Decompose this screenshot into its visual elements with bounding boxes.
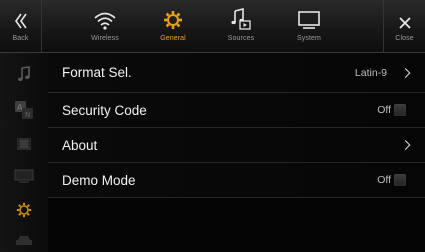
rail-item-language[interactable]: A N — [0, 99, 48, 125]
rail-item-video[interactable] — [0, 133, 48, 159]
demo-mode-toggle[interactable] — [394, 174, 406, 186]
tab-general-label: General — [160, 35, 186, 42]
tab-wireless[interactable]: Wireless — [71, 0, 139, 52]
film-icon — [16, 137, 32, 156]
back-button[interactable]: Back — [0, 0, 42, 52]
gear-icon — [163, 0, 183, 30]
format-sel-row[interactable]: Format Sel. Latin-9 — [48, 53, 425, 93]
tab-sources-label: Sources — [227, 35, 255, 42]
row-label: Security Code — [62, 102, 147, 118]
language-icon: A N — [14, 100, 34, 125]
monitor-icon — [297, 0, 321, 30]
car-icon — [15, 233, 33, 251]
security-code-row[interactable]: Security Code Off — [48, 93, 425, 128]
security-code-toggle[interactable] — [394, 104, 406, 116]
chevron-right-icon — [400, 140, 411, 150]
svg-text:N: N — [25, 111, 30, 119]
rail-item-display[interactable] — [0, 165, 48, 191]
row-value: Latin-9 — [354, 66, 387, 79]
back-chevron-icon — [13, 0, 29, 30]
rail-item-vehicle[interactable] — [0, 229, 48, 252]
rail-item-audio[interactable] — [0, 63, 48, 89]
music-note-icon — [17, 65, 31, 87]
chevron-right-icon — [400, 67, 411, 78]
display-icon — [14, 169, 34, 188]
row-value: Off — [377, 174, 391, 186]
tab-wireless-label: Wireless — [91, 35, 119, 42]
rail-item-general[interactable] — [0, 199, 48, 225]
about-row[interactable]: About — [48, 128, 425, 163]
close-button[interactable]: Close — [383, 0, 425, 52]
svg-text:A: A — [17, 103, 23, 112]
back-label: Back — [12, 35, 29, 42]
tab-system-label: System — [297, 35, 321, 42]
row-value: Off — [377, 104, 391, 116]
close-icon — [398, 0, 412, 30]
gear-icon — [16, 202, 32, 223]
app-window: Back Wireless General Sources System Clo… — [0, 0, 425, 252]
close-label: Close — [395, 35, 414, 42]
row-label: Format Sel. — [62, 65, 132, 80]
top-bar: Back Wireless General Sources System Clo… — [0, 0, 425, 53]
music-source-icon — [231, 0, 251, 30]
tab-bar: Wireless General Sources System — [71, 0, 343, 52]
category-rail: A N — [0, 53, 48, 252]
tab-system[interactable]: System — [275, 0, 343, 52]
wifi-icon — [94, 0, 116, 30]
settings-list: Format Sel. Latin-9 Security Code Off Ab… — [48, 53, 425, 198]
row-label: Demo Mode — [62, 172, 136, 188]
tab-sources[interactable]: Sources — [207, 0, 275, 52]
demo-mode-row[interactable]: Demo Mode Off — [48, 163, 425, 198]
row-label: About — [62, 137, 98, 153]
tab-general[interactable]: General — [139, 0, 207, 52]
